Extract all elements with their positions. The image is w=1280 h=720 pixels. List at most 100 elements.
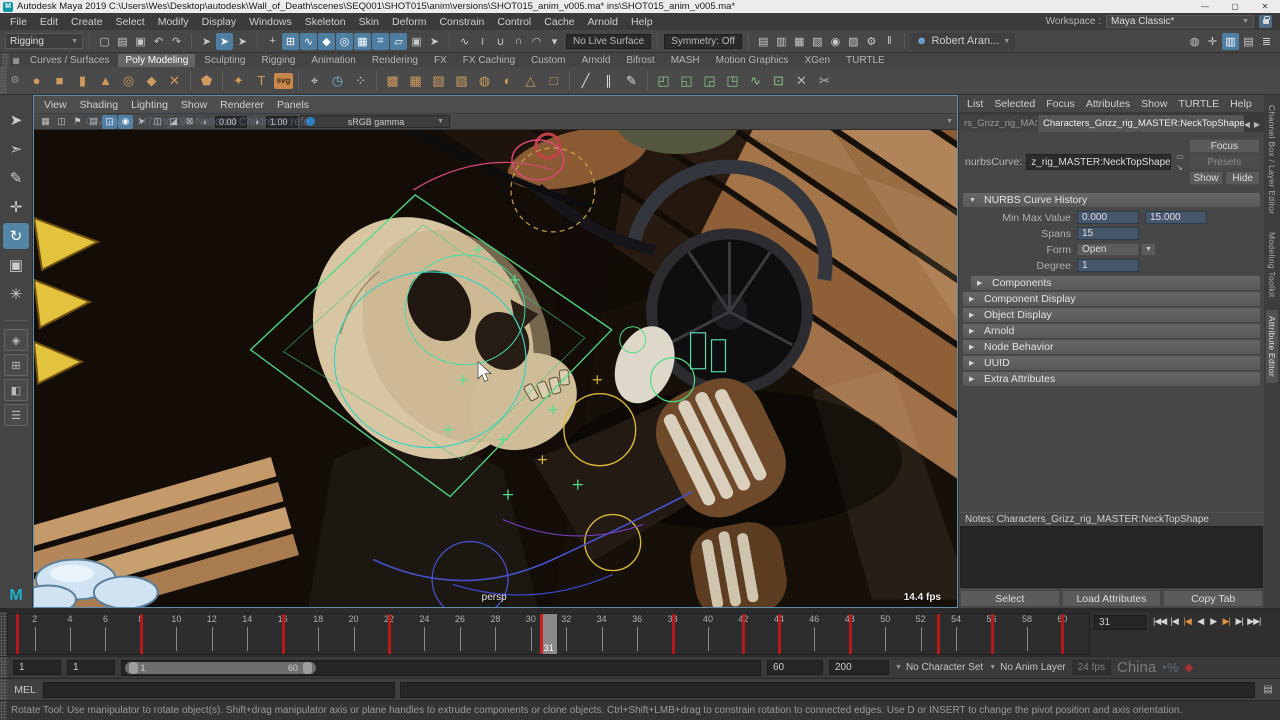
shelf-tab-curves-surfaces[interactable]: Curves / Surfaces (23, 54, 116, 67)
shelf-combine[interactable]: ▩ (382, 70, 403, 91)
copy-tab-button[interactable]: Copy Tab (1163, 590, 1263, 607)
section-arnold[interactable]: ▶Arnold (963, 324, 1260, 338)
range-end-handle[interactable] (303, 662, 312, 674)
ae-node-icon[interactable]: ▭ (1176, 152, 1184, 161)
section-extra-attributes[interactable]: ▶Extra Attributes (963, 372, 1260, 386)
range-grip[interactable] (0, 657, 7, 678)
shelf-tab-poly-modeling[interactable]: Poly Modeling (118, 54, 195, 67)
hide-button[interactable]: Hide (1225, 171, 1260, 185)
ae-menu-focus[interactable]: Focus (1046, 98, 1075, 110)
menu-skeleton[interactable]: Skeleton (305, 16, 346, 28)
section-object-display[interactable]: ▶Object Display (963, 308, 1260, 322)
layout-single-pane[interactable]: ◈ (4, 329, 28, 351)
shelf-tab-arnold[interactable]: Arnold (574, 54, 617, 67)
snap-to-view-plane-icon[interactable]: ▱ (390, 33, 407, 50)
layout-pane-outliner[interactable]: ◧ (4, 379, 28, 401)
workspace-select[interactable]: Maya Classic* ▼ (1106, 15, 1254, 28)
live-surface-field[interactable]: No Live Surface (566, 34, 651, 49)
shelf-target-weld[interactable]: ◰ (653, 70, 674, 91)
play-backwards-button[interactable]: ◀ (1194, 615, 1206, 628)
new-scene-icon[interactable]: ▢ (96, 33, 113, 50)
menu-windows[interactable]: Windows (249, 16, 292, 28)
ipr-render-icon[interactable]: ▦ (791, 33, 808, 50)
shelf-poly-cylinder[interactable]: ▮ (72, 70, 93, 91)
last-tool[interactable]: ✳ (3, 281, 29, 307)
viewport-scene[interactable]: persp 14.4 fps (34, 130, 957, 607)
section-components[interactable]: ▶Components (971, 276, 1260, 290)
toggle-attribute-editor-icon[interactable]: ▥ (1222, 33, 1239, 50)
viewport-menu-view[interactable]: View (44, 99, 67, 111)
shelf-symmetrize[interactable]: ✕ (791, 70, 812, 91)
timeline-grip[interactable] (0, 612, 7, 656)
ae-menu-show[interactable]: Show (1141, 98, 1167, 110)
history-toggle-icon[interactable]: ∩ (510, 33, 527, 50)
live-surface-menu-icon[interactable]: ▾ (546, 33, 563, 50)
gamma-field[interactable]: 1.00 (266, 116, 298, 128)
ae-menu-list[interactable]: List (967, 98, 983, 110)
iconbar-overflow-icon[interactable]: ▼ (946, 118, 953, 125)
attr-dropdown-form[interactable]: Open (1077, 243, 1139, 256)
maximize-button[interactable]: ▢ (1220, 0, 1250, 13)
command-line-grip[interactable] (0, 679, 7, 700)
shelf-extrude[interactable]: ◳ (722, 70, 743, 91)
viewport-select-icon[interactable]: ➤ (134, 115, 149, 129)
menu-deform[interactable]: Deform (392, 16, 426, 28)
go-to-end-button[interactable]: ▶▶| (1246, 615, 1261, 628)
select-button[interactable]: Select (960, 590, 1060, 607)
render-setup-icon[interactable]: ⚙ (863, 33, 880, 50)
ae-menu-help[interactable]: Help (1230, 98, 1252, 110)
shelf-bridge[interactable]: ◲ (699, 70, 720, 91)
shelf-tab-custom[interactable]: Custom (524, 54, 572, 67)
ae-node-arrow-icon[interactable]: ↘ (1176, 163, 1184, 172)
light-editor-icon[interactable]: ▨ (845, 33, 862, 50)
snap-to-projected-center-icon[interactable]: ◎ (336, 33, 353, 50)
shelf-poly-torus[interactable]: ◎ (118, 70, 139, 91)
shelf-platonic-solid[interactable]: ⬟ (196, 70, 217, 91)
script-editor-icon[interactable]: ▤ (1260, 684, 1276, 695)
select-component-icon[interactable]: ➤ (234, 33, 251, 50)
shelf-tab-xgen[interactable]: XGen (797, 54, 837, 67)
shelf-fill-hole[interactable]: ▨ (451, 70, 472, 91)
user-account-menu[interactable]: ☻ Robert Aran... ▼ (911, 33, 1015, 50)
minimize-button[interactable]: — (1190, 0, 1220, 13)
two-d-pan-zoom-icon[interactable]: ◲ (102, 115, 117, 129)
shelf-poly-plane[interactable]: ◆ (141, 70, 162, 91)
step-back-frame-button[interactable]: |◀ (1168, 615, 1180, 628)
shelf-tab-mash[interactable]: MASH (664, 54, 707, 67)
ae-menu-attributes[interactable]: Attributes (1086, 98, 1130, 110)
move-tool[interactable]: ✛ (3, 194, 29, 220)
lock-camera-icon[interactable]: ◪ (166, 115, 181, 129)
menu-edit[interactable]: Edit (40, 16, 58, 28)
anim-layer-select[interactable]: ▼ No Anim Layer (989, 662, 1066, 673)
shelf-icons-grip[interactable] (0, 67, 7, 94)
attr-field-degree-0[interactable]: 1 (1077, 259, 1139, 272)
toggle-tool-settings-icon[interactable]: ✛ (1204, 33, 1221, 50)
shelf-curve-extrude[interactable]: ∿ (745, 70, 766, 91)
snap-toggle-icon[interactable]: + (264, 33, 281, 50)
node-name-field[interactable]: z_rig_MASTER:NeckTopShape (1026, 154, 1171, 170)
shelf-separate[interactable]: ▦ (405, 70, 426, 91)
gear-icon[interactable]: ⚙ (7, 75, 23, 86)
shelf-quadrangulate[interactable]: □ (543, 70, 564, 91)
attribute-editor-tab-0[interactable]: rs_Grizz_rig_MASTER:NeckTop (959, 115, 1037, 132)
shelf-poly-disc[interactable]: ✕ (164, 70, 185, 91)
redo-icon[interactable]: ↷ (168, 33, 185, 50)
viewport-menu-panels[interactable]: Panels (277, 99, 309, 111)
render-settings-icon[interactable]: ▧ (809, 33, 826, 50)
oversampling-icon[interactable]: ◉ (118, 115, 133, 129)
time-slider[interactable]: 2468101214161820222426283032343638404244… (7, 613, 1090, 655)
shelf-poly-type[interactable]: T (251, 70, 272, 91)
step-back-key-button[interactable]: |◀ (1181, 615, 1193, 628)
menu-select[interactable]: Select (116, 16, 145, 28)
rotate-tool[interactable]: ↻ (3, 223, 29, 249)
shelf-tab-animation[interactable]: Animation (304, 54, 362, 67)
save-scene-icon[interactable]: ▣ (132, 33, 149, 50)
camera-attributes-icon[interactable]: ◫ (54, 115, 69, 129)
side-tab-modeling-toolkit[interactable]: Modeling Toolkit (1266, 226, 1278, 304)
snap-to-grids-icon[interactable]: ⊞ (282, 33, 299, 50)
select-tool[interactable]: ➤ (3, 107, 29, 133)
shelf-tab-rendering[interactable]: Rendering (365, 54, 425, 67)
shelf-delete-history[interactable]: ◷ (327, 70, 348, 91)
menu-set-select[interactable]: Rigging ▼ (5, 33, 83, 49)
shelf-reduce[interactable]: ◍ (474, 70, 495, 91)
